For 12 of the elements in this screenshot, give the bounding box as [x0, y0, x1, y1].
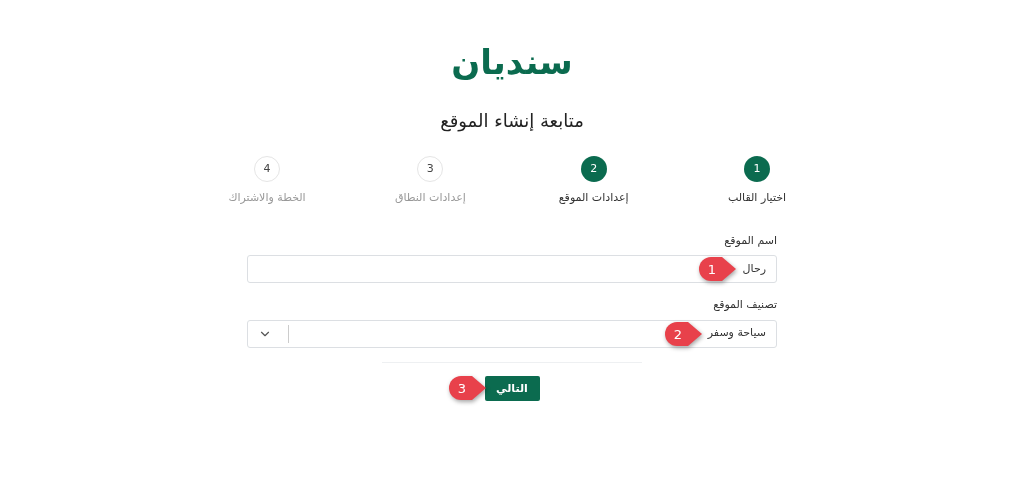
step-label: إعدادات الموقع — [558, 190, 629, 206]
step-label: اختيار القالب — [727, 190, 787, 206]
next-button[interactable]: التالي — [484, 376, 540, 402]
logo: سنديان — [451, 42, 573, 82]
callout-marker: 2 — [664, 320, 704, 347]
field-label: اسم الموقع — [723, 232, 777, 249]
step-label: الخطة والاشتراك — [228, 190, 306, 206]
callout-marker: 1 — [698, 256, 738, 282]
page-title: متابعة إنشاء الموقع — [440, 109, 584, 134]
step-label: إعدادات النطاق — [394, 190, 466, 206]
callout-marker: 3 — [447, 374, 488, 401]
field-label: تصنيف الموقع — [712, 297, 777, 313]
